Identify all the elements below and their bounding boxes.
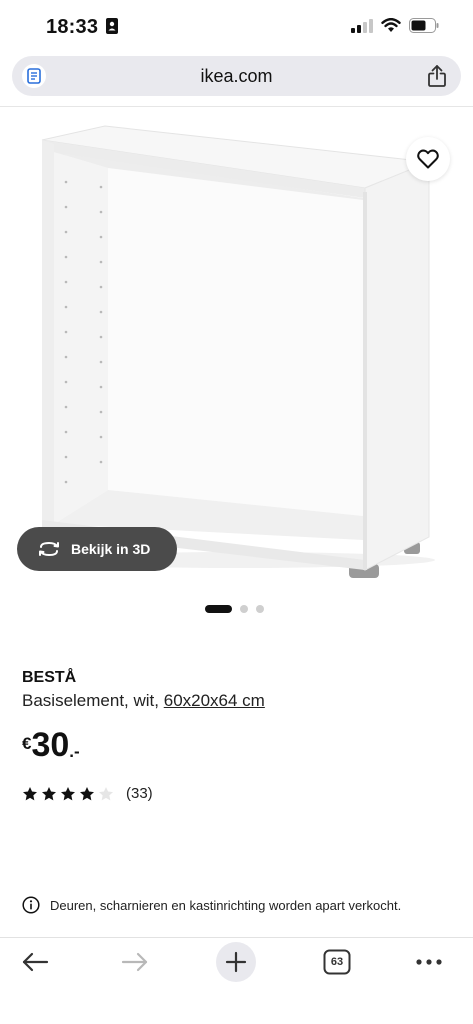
view-in-3d-label: Bekijk in 3D (71, 541, 151, 557)
new-tab-button[interactable] (216, 942, 256, 982)
product-price: € 30 .- (22, 728, 80, 762)
favorite-button[interactable] (406, 137, 450, 181)
carousel-dot[interactable] (240, 605, 248, 613)
arrow-left-icon (22, 952, 49, 972)
contact-card-icon (105, 18, 118, 34)
product-notice-text: Deuren, scharnieren en kastinrichting wo… (50, 897, 402, 913)
wifi-icon (381, 18, 401, 32)
battery-icon (409, 18, 439, 33)
back-button[interactable] (15, 942, 55, 982)
product-description: Basiselement, wit, 60x20x64 cm (22, 691, 265, 711)
status-icons (351, 18, 439, 33)
plus-icon (225, 951, 247, 973)
product-size-link[interactable]: 60x20x64 cm (164, 691, 265, 710)
star-filled-icon (61, 786, 75, 800)
share-icon (428, 65, 446, 87)
more-button[interactable] (409, 942, 449, 982)
browser-toolbar: 63 (0, 938, 473, 1024)
product-notice: Deuren, scharnieren en kastinrichting wo… (22, 896, 401, 914)
tabs-count: 63 (330, 956, 344, 968)
image-carousel-indicator[interactable] (205, 605, 264, 613)
rating-count[interactable]: (33) (126, 785, 153, 802)
carousel-dot[interactable] (256, 605, 264, 613)
cabinet-illustration (41, 125, 435, 578)
url-text[interactable]: ikea.com (12, 66, 461, 87)
status-bar: 18:33 (0, 0, 473, 52)
heart-icon (417, 149, 439, 169)
cellular-signal-icon (351, 18, 373, 33)
product-image[interactable] (0, 112, 473, 592)
status-time-text: 18:33 (46, 16, 99, 38)
url-divider (0, 106, 473, 107)
carousel-dot-active[interactable] (205, 605, 232, 613)
arrow-right-icon (121, 952, 148, 972)
product-brand: BESTÅ (22, 669, 77, 686)
tabs-button[interactable]: 63 (317, 942, 357, 982)
product-rating[interactable]: (33) (22, 785, 153, 802)
star-filled-icon (23, 786, 37, 800)
status-time: 18:33 (46, 16, 118, 39)
price-value: 30 (31, 726, 70, 764)
more-icon (416, 959, 442, 965)
info-icon (22, 896, 40, 914)
forward-button[interactable] (115, 942, 155, 982)
price-suffix: .- (69, 742, 80, 761)
star-empty-icon (99, 786, 113, 800)
star-filled-icon (80, 786, 94, 800)
rotate-icon (39, 541, 59, 557)
product-description-text: Basiselement, wit, (22, 691, 159, 710)
share-button[interactable] (427, 64, 447, 93)
rating-stars (22, 786, 114, 802)
view-in-3d-button[interactable]: Bekijk in 3D (17, 527, 177, 571)
price-currency: € (22, 734, 32, 753)
url-bar[interactable]: ikea.com (12, 56, 461, 96)
star-filled-icon (42, 786, 56, 800)
